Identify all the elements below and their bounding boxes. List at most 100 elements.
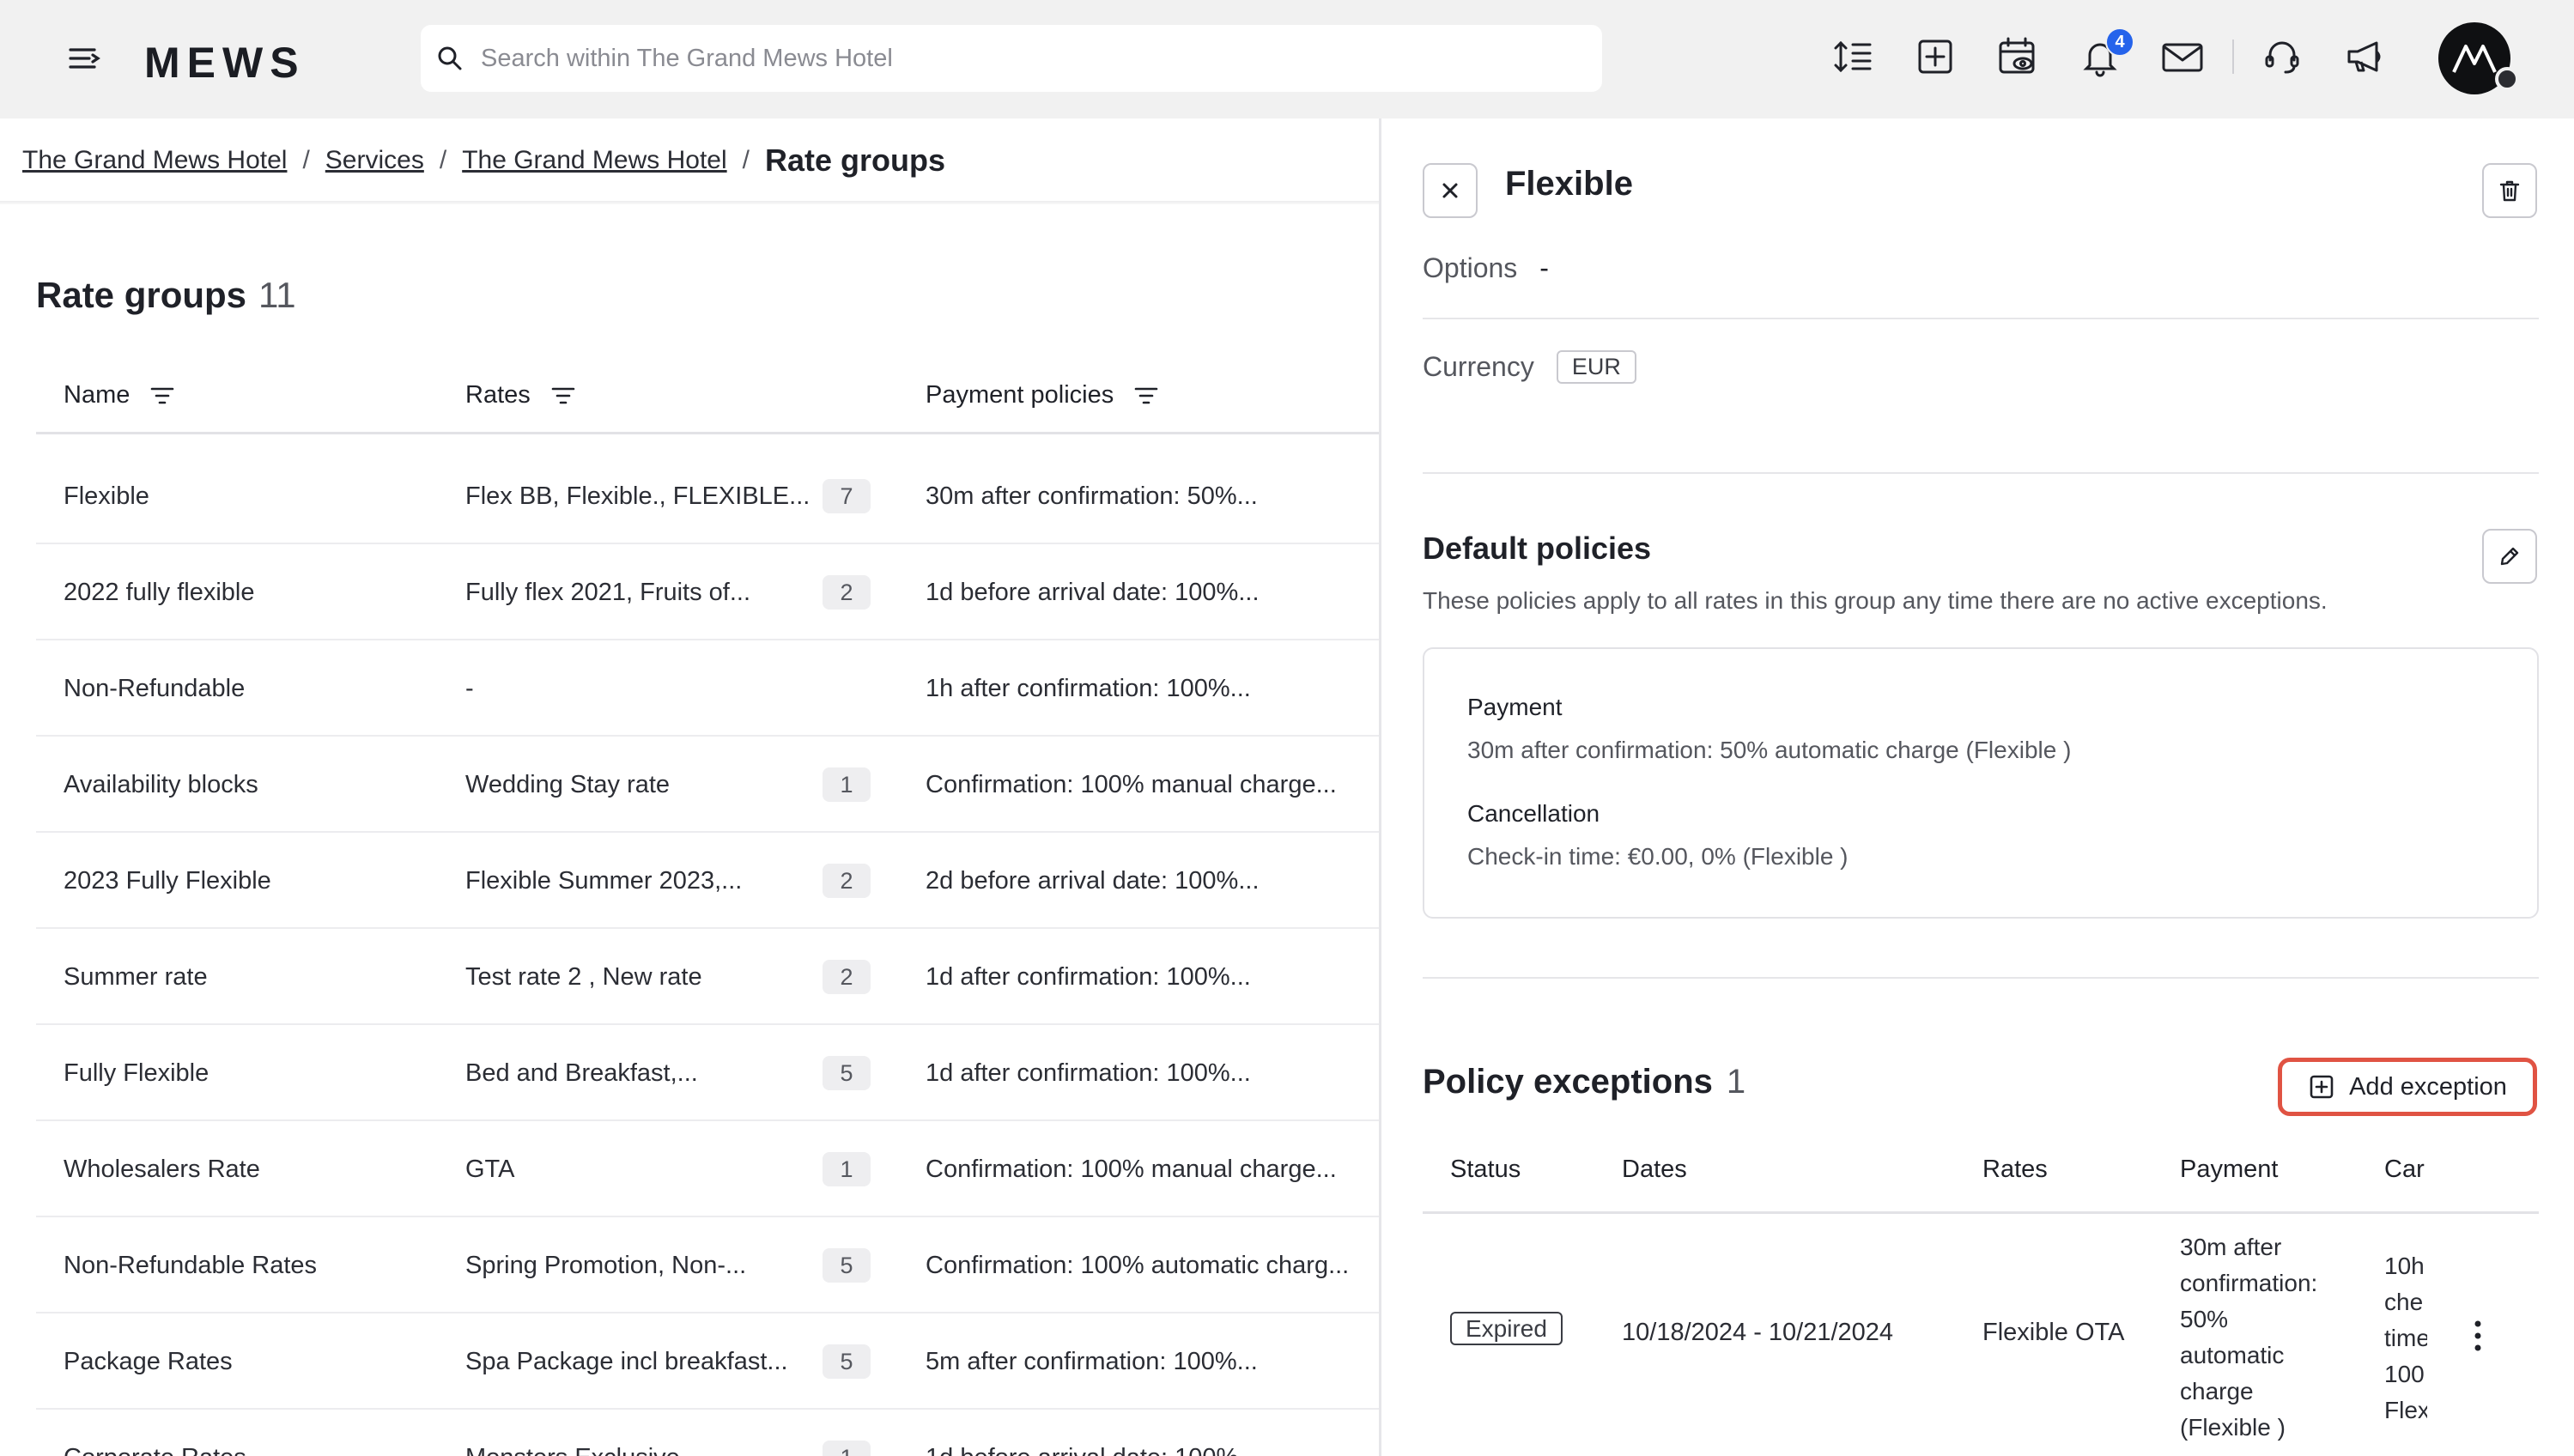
policy-exceptions-title-text: Policy exceptions: [1423, 1063, 1713, 1101]
cell-payment: 1d after confirmation: 100%...: [926, 962, 1251, 991]
cancellation-policy-label: Cancellation: [1467, 800, 1600, 827]
breadcrumb-link[interactable]: The Grand Mews Hotel: [462, 146, 726, 175]
table-row[interactable]: 2023 Fully Flexible Flexible Summer 2023…: [36, 833, 1379, 929]
filter-icon[interactable]: [1132, 382, 1160, 410]
cell-payment: Confirmation: 100% manual charge...: [926, 1155, 1337, 1183]
rate-groups-panel: The Grand Mews Hotel / Services / The Gr…: [0, 118, 1379, 1456]
table-header: Name Rates Payment policies: [36, 362, 1379, 434]
rates-count-badge: 5: [823, 1248, 871, 1283]
more-options-icon[interactable]: [2474, 1319, 2482, 1353]
column-header-name[interactable]: Name: [64, 381, 176, 410]
divider: [1423, 318, 2539, 319]
cell-name: 2022 fully flexible: [64, 578, 255, 606]
mail-icon[interactable]: [2158, 33, 2207, 81]
table-row[interactable]: Availability blocks Wedding Stay rate 1 …: [36, 737, 1379, 833]
rate-groups-count: 11: [258, 275, 296, 315]
megaphone-icon[interactable]: [2340, 33, 2389, 81]
breadcrumb: The Grand Mews Hotel / Services / The Gr…: [22, 143, 945, 179]
cell-payment: 1d before arrival date: 100%...: [926, 1410, 1379, 1456]
dates-cell: 10/18/2024 - 10/21/2024: [1622, 1319, 1894, 1346]
divider: [1423, 977, 2539, 979]
cell-name: Corporate Rates: [64, 1410, 441, 1456]
cell-rates: Fully flex 2021, Fruits of...: [465, 578, 751, 606]
exception-row[interactable]: Expired 10/18/2024 - 10/21/2024 Flexible…: [1423, 1217, 2539, 1456]
options-value: -: [1539, 252, 1549, 283]
column-header-label: Rates: [465, 381, 531, 409]
column-header-payment: Payment: [2180, 1156, 2279, 1183]
cell-rates: Wedding Stay rate: [465, 770, 671, 798]
cell-rates: Spring Promotion, Non-...: [465, 1251, 747, 1279]
add-exception-button[interactable]: Add exception: [2278, 1058, 2537, 1116]
cancellation-policy-value: Check-in time: €0.00, 0% (Flexible ): [1467, 843, 1849, 870]
edit-policies-button[interactable]: [2482, 529, 2537, 584]
payment-line: 30m after: [2180, 1234, 2282, 1260]
options-label: Options: [1423, 252, 1518, 283]
rates-count-badge: 5: [823, 1056, 871, 1090]
page-title-text: Rate groups: [36, 275, 247, 315]
payment-line: (Flexible ): [2180, 1414, 2286, 1441]
cell-count: 2: [823, 929, 871, 1025]
line-height-icon[interactable]: [1829, 33, 1877, 81]
cell-name: Package Rates: [64, 1347, 233, 1375]
payment-cell: 30m after confirmation: 50% automatic ch…: [2180, 1229, 2317, 1446]
table-row[interactable]: Fully Flexible Bed and Breakfast,... 5 1…: [36, 1025, 1379, 1121]
column-header-payment-policies[interactable]: Payment policies: [926, 381, 1160, 410]
cell-name: 2023 Fully Flexible: [64, 866, 271, 895]
table-row[interactable]: Package Rates Spa Package incl breakfast…: [36, 1313, 1379, 1410]
column-header-label: Name: [64, 381, 131, 409]
add-square-icon: [2310, 1075, 2334, 1099]
close-button[interactable]: [1423, 163, 1478, 218]
default-policies-description: These policies apply to all rates in thi…: [1423, 587, 2328, 614]
table-row[interactable]: Non-Refundable - 1h after confirmation: …: [36, 640, 1379, 737]
cell-payment: 30m after confirmation: 50%...: [926, 482, 1258, 510]
table-row[interactable]: Non-Refundable Rates Spring Promotion, N…: [36, 1217, 1379, 1313]
currency-field: Currency EUR: [1423, 350, 1636, 384]
breadcrumb-separator: /: [439, 146, 447, 174]
cell-payment: Confirmation: 100% manual charge...: [926, 770, 1337, 798]
cell-rates: Spa Package incl breakfast...: [465, 1347, 788, 1375]
add-icon[interactable]: [1911, 33, 1959, 81]
breadcrumb-separator: /: [302, 146, 310, 174]
rates-count-badge: 2: [823, 575, 871, 610]
calendar-view-icon[interactable]: [1994, 33, 2042, 81]
cell-payment: 2d before arrival date: 100%...: [926, 866, 1260, 895]
filter-icon[interactable]: [149, 382, 176, 410]
table-row[interactable]: Flexible Flex BB, Flexible., FLEXIBLE...…: [36, 448, 1379, 544]
table-row[interactable]: Wholesalers Rate GTA 1 Confirmation: 100…: [36, 1121, 1379, 1217]
column-header-rates[interactable]: Rates: [465, 381, 577, 410]
headset-icon[interactable]: [2258, 33, 2306, 81]
delete-button[interactable]: [2482, 163, 2537, 218]
currency-tag: EUR: [1556, 350, 1636, 384]
cell-name: Fully Flexible: [64, 1059, 209, 1087]
search-input[interactable]: [479, 25, 1578, 92]
cell-payment: 1d before arrival date: 100%...: [926, 578, 1260, 606]
status-cell: Expired: [1450, 1312, 1563, 1345]
mews-logo[interactable]: MEWS: [144, 38, 306, 88]
payment-policy-value: 30m after confirmation: 50% automatic ch…: [1467, 737, 2072, 763]
cell-payment: 1h after confirmation: 100%...: [926, 674, 1251, 702]
breadcrumb-separator: /: [742, 146, 750, 174]
menu-icon[interactable]: [60, 34, 108, 82]
filter-icon[interactable]: [549, 382, 577, 410]
cell-rates: Monsters Exclusive: [465, 1410, 843, 1456]
breadcrumb-link[interactable]: Services: [325, 146, 424, 175]
cell-count: 1: [823, 1410, 871, 1456]
table-row[interactable]: 2022 fully flexible Fully flex 2021, Fru…: [36, 544, 1379, 640]
search-box[interactable]: [421, 25, 1602, 92]
default-policies-title: Default policies: [1423, 531, 1652, 566]
breadcrumb-link[interactable]: The Grand Mews Hotel: [22, 146, 287, 175]
cancellation-line: che: [2384, 1289, 2424, 1315]
cell-name: Non-Refundable: [64, 674, 246, 702]
column-header-rates: Rates: [1982, 1156, 2048, 1183]
column-header-status: Status: [1450, 1156, 1521, 1183]
rates-cell: Flexible OTA: [1982, 1319, 2125, 1346]
table-row[interactable]: Summer rate Test rate 2 , New rate 2 1d …: [36, 929, 1379, 1025]
rates-count-badge: 7: [823, 479, 871, 513]
table-row[interactable]: Corporate Rates Monsters Exclusive 1 1d …: [36, 1410, 1379, 1456]
toolbar-divider: [2232, 39, 2234, 74]
cell-payment: Confirmation: 100% automatic charg...: [926, 1251, 1350, 1279]
cell-count: 5: [823, 1313, 871, 1410]
payment-line: automatic: [2180, 1342, 2285, 1368]
notification-badge: 4: [2105, 27, 2134, 57]
breadcrumb-divider: [0, 201, 1379, 204]
